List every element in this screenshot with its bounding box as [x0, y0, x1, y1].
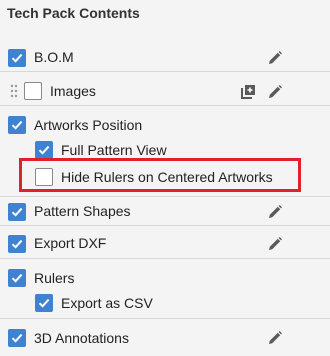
- pencil-icon[interactable]: [266, 83, 284, 101]
- list-item-pattern-shapes: Pattern Shapes: [0, 196, 330, 226]
- rulers-checkbox[interactable]: [8, 269, 26, 287]
- export-csv-checkbox[interactable]: [35, 294, 53, 312]
- list-item-3d-annotations: 3D Annotations: [0, 322, 330, 352]
- images-checkbox[interactable]: [24, 82, 42, 100]
- list-item-export-dxf: Export DXF: [0, 229, 330, 259]
- list-item-bom: B.O.M: [0, 42, 330, 72]
- pencil-icon[interactable]: [266, 203, 284, 221]
- pencil-icon[interactable]: [266, 235, 284, 253]
- list-item-artworks-position: Artworks Position: [0, 112, 330, 137]
- list-item-rulers: Rulers: [0, 265, 330, 290]
- export-dxf-checkbox[interactable]: [8, 235, 26, 253]
- list-item-export-csv: Export as CSV: [0, 290, 330, 319]
- checkmark-icon: [11, 333, 23, 343]
- full-pattern-view-label: Full Pattern View: [61, 142, 167, 158]
- export-csv-label: Export as CSV: [61, 295, 153, 311]
- panel-title: Tech Pack Contents: [7, 5, 140, 21]
- 3d-annotations-label: 3D Annotations: [34, 330, 129, 346]
- artworks-position-label: Artworks Position: [34, 117, 143, 133]
- 3d-annotations-checkbox[interactable]: [8, 329, 26, 347]
- full-pattern-view-checkbox[interactable]: [35, 141, 53, 159]
- pencil-icon[interactable]: [266, 329, 284, 347]
- pattern-shapes-checkbox[interactable]: [8, 203, 26, 221]
- checkmark-icon: [11, 120, 23, 130]
- add-image-icon[interactable]: [239, 83, 257, 101]
- list-item-images: Images: [0, 76, 330, 106]
- checkmark-icon: [38, 145, 50, 155]
- drag-handle-icon[interactable]: [10, 84, 18, 98]
- artworks-position-checkbox[interactable]: [8, 116, 26, 134]
- checkmark-icon: [11, 207, 23, 217]
- export-dxf-label: Export DXF: [34, 235, 107, 251]
- pattern-shapes-label: Pattern Shapes: [34, 203, 131, 219]
- bom-checkbox[interactable]: [8, 49, 26, 67]
- checkmark-icon: [38, 298, 50, 308]
- images-label: Images: [50, 83, 96, 99]
- highlight-box: [19, 158, 301, 192]
- checkmark-icon: [11, 239, 23, 249]
- bom-label: B.O.M: [34, 49, 74, 65]
- rulers-label: Rulers: [34, 270, 75, 286]
- pencil-icon[interactable]: [266, 49, 284, 67]
- checkmark-icon: [11, 53, 23, 63]
- checkmark-icon: [11, 273, 23, 283]
